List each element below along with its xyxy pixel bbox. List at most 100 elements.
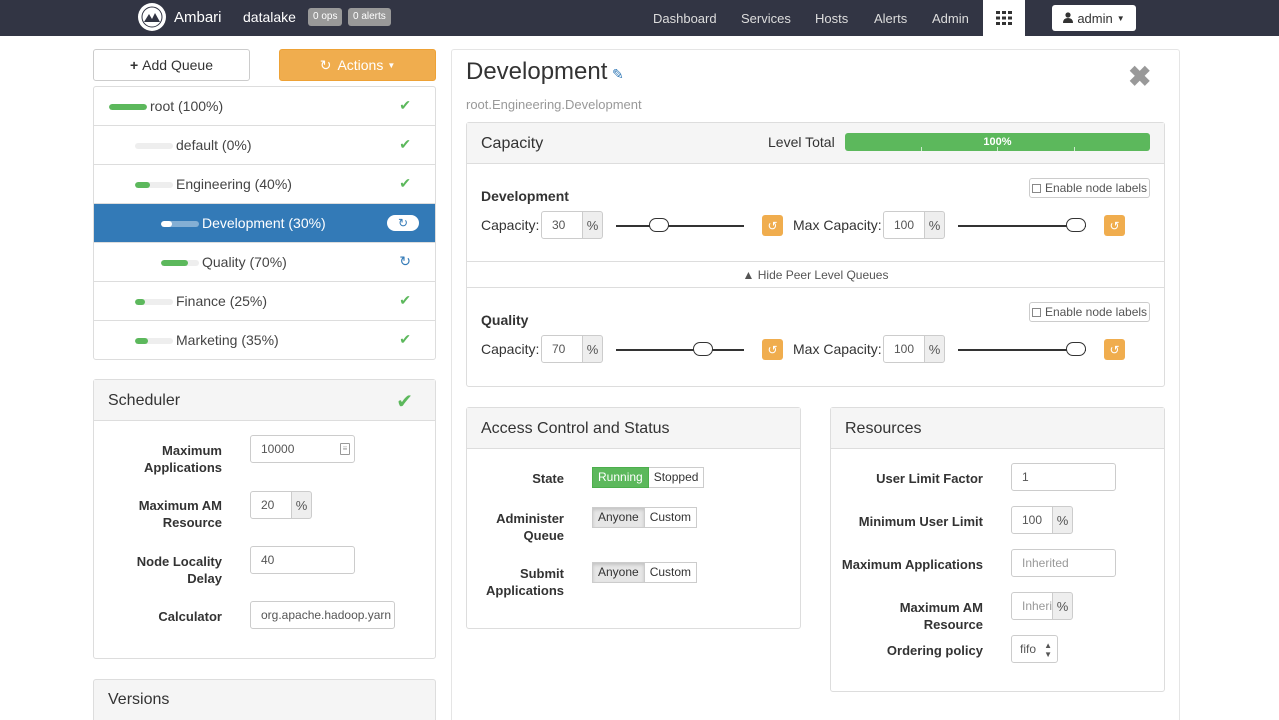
queue-max-am-resource-input[interactable]: Inherited <box>1011 592 1053 620</box>
nav-admin[interactable]: Admin <box>932 11 969 26</box>
administer-queue-toggle[interactable]: Anyone Custom <box>592 507 698 528</box>
ordering-policy-select[interactable]: fifo ▲ ▼ <box>1011 635 1058 663</box>
calculator-input[interactable]: org.apache.hadoop.yarn <box>250 601 395 629</box>
user-limit-factor-input[interactable]: 1 <box>1011 463 1116 491</box>
queue-row-engineering[interactable]: Engineering (40%) ✔ <box>94 165 435 204</box>
queue-capacity-bar <box>161 221 199 227</box>
versions-title: Versions <box>108 691 170 708</box>
queue-capacity-bar <box>135 299 173 305</box>
undo-icon[interactable]: ↺ <box>762 339 783 360</box>
cluster-name[interactable]: datalake <box>243 9 296 25</box>
queue-capacity-bar <box>135 143 173 149</box>
queue-label: Finance (25%) <box>176 293 268 309</box>
slider-handle[interactable] <box>693 342 713 356</box>
versions-panel[interactable]: Versions <box>93 679 436 720</box>
custom-option[interactable]: Custom <box>644 507 698 528</box>
nav-alerts[interactable]: Alerts <box>874 11 907 26</box>
slider-handle[interactable] <box>649 218 669 232</box>
submit-applications-toggle[interactable]: Anyone Custom <box>592 562 698 583</box>
peer-queue-development: Development Enable node labels Capacity:… <box>467 164 1164 261</box>
undo-icon[interactable]: ↺ <box>1104 339 1125 360</box>
peer-queue-name: Quality <box>481 312 529 328</box>
max-applications-value: 10000 <box>261 442 295 456</box>
queue-max-applications-input[interactable]: Inherited <box>1011 549 1116 577</box>
add-queue-label: Add Queue <box>142 57 214 73</box>
user-icon <box>1063 11 1074 26</box>
percent-addon: % <box>582 335 603 363</box>
custom-option[interactable]: Custom <box>644 562 698 583</box>
running-option[interactable]: Running <box>592 467 649 488</box>
ops-badge[interactable]: 0 ops <box>308 8 343 26</box>
queue-label: Engineering (40%) <box>176 176 292 192</box>
undo-icon[interactable]: ↺ <box>1104 215 1125 236</box>
max-applications-label: Maximum Applications <box>841 557 983 572</box>
max-capacity-input[interactable]: 100 <box>883 335 925 363</box>
queue-row-root[interactable]: root (100%) ✔ <box>94 87 435 126</box>
brand-name: Ambari <box>174 8 222 26</box>
max-capacity-label: Max Capacity: <box>793 217 882 233</box>
percent-addon: % <box>291 491 312 519</box>
ordering-policy-value: fifo <box>1020 642 1037 656</box>
max-applications-input[interactable]: 10000 ≡ <box>250 435 355 463</box>
edit-icon[interactable]: ✎ <box>612 66 624 83</box>
level-total-label: Level Total <box>768 134 835 150</box>
calculator-label: Calculator <box>158 609 222 624</box>
undo-icon[interactable]: ↺ <box>762 215 783 236</box>
max-applications-label: Maximum Applications <box>143 443 222 475</box>
alerts-badge[interactable]: 0 alerts <box>348 8 391 26</box>
capacity-input[interactable]: 70 <box>541 335 583 363</box>
minimum-user-limit-input[interactable]: 100 <box>1011 506 1053 534</box>
anyone-option[interactable]: Anyone <box>592 562 645 583</box>
user-menu-button[interactable]: admin ▼ <box>1052 5 1136 31</box>
max-capacity-slider[interactable] <box>958 218 1086 232</box>
brand[interactable]: Ambari <box>138 3 222 31</box>
actions-dropdown-button[interactable]: ↻ Actions ▼ <box>279 49 436 81</box>
capacity-label: Capacity: <box>481 341 540 357</box>
level-total-bar: 100% <box>845 133 1150 151</box>
capacity-panel: Capacity Level Total 100% Development En… <box>466 122 1165 387</box>
percent-addon: % <box>1052 592 1073 620</box>
user-limit-factor-label: User Limit Factor <box>876 471 983 486</box>
add-queue-button[interactable]: + Add Queue <box>93 49 250 81</box>
enable-node-labels-toggle[interactable]: Enable node labels <box>1029 178 1150 198</box>
nav-dashboard[interactable]: Dashboard <box>653 11 717 26</box>
queue-capacity-bar <box>161 260 199 266</box>
anyone-option[interactable]: Anyone <box>592 507 645 528</box>
max-capacity-input[interactable]: 100 <box>883 211 925 239</box>
state-label: State <box>532 471 564 486</box>
hide-peer-queues-toggle[interactable]: ▲ Hide Peer Level Queues <box>467 261 1164 288</box>
capacity-slider[interactable] <box>616 218 744 232</box>
queue-row-finance[interactable]: Finance (25%) ✔ <box>94 282 435 321</box>
node-locality-delay-input[interactable]: 40 <box>250 546 355 574</box>
check-icon: ✔ <box>399 97 411 113</box>
enable-node-labels-toggle[interactable]: Enable node labels <box>1029 302 1150 322</box>
percent-addon: % <box>924 335 945 363</box>
queue-row-development[interactable]: Development (30%) ↻ <box>94 204 435 243</box>
slider-handle[interactable] <box>1066 342 1086 356</box>
max-am-resource-input[interactable]: 20 <box>250 491 292 519</box>
stopped-option[interactable]: Stopped <box>648 467 705 488</box>
percent-addon: % <box>1052 506 1073 534</box>
queue-row-quality[interactable]: Quality (70%) ↻ <box>94 243 435 282</box>
queue-capacity-bar <box>109 104 147 110</box>
state-toggle[interactable]: Running Stopped <box>592 467 705 488</box>
max-capacity-slider[interactable] <box>958 342 1086 356</box>
nav-services[interactable]: Services <box>741 11 791 26</box>
plus-icon: + <box>129 57 139 73</box>
queue-row-marketing[interactable]: Marketing (35%) ✔ <box>94 321 435 360</box>
check-icon: ✔ <box>399 136 411 152</box>
hide-peer-label: Hide Peer Level Queues <box>757 268 889 282</box>
queue-path: root.Engineering.Development <box>466 97 642 112</box>
queue-capacity-bar <box>135 182 173 188</box>
node-locality-delay-label: Node Locality Delay <box>136 554 222 586</box>
queue-row-default[interactable]: default (0%) ✔ <box>94 126 435 165</box>
select-arrows-icon: ▲ ▼ <box>1044 641 1052 659</box>
nav-hosts[interactable]: Hosts <box>815 11 848 26</box>
queue-label: Marketing (35%) <box>176 332 279 348</box>
slider-handle[interactable] <box>1066 218 1086 232</box>
close-icon[interactable]: ✖ <box>1128 60 1151 93</box>
capacity-input[interactable]: 30 <box>541 211 583 239</box>
apps-grid-icon[interactable] <box>983 0 1025 36</box>
chevron-up-icon: ▲ <box>742 268 755 282</box>
capacity-slider[interactable] <box>616 342 744 356</box>
